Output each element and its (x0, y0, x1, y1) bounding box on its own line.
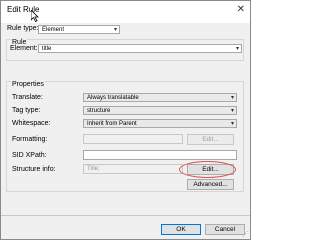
whitespace-value: Inherit from Parent (87, 121, 137, 127)
translate-dropdown[interactable]: Always translatable ▾ (83, 93, 237, 102)
structure-info-field: Title; (83, 164, 183, 174)
translate-label: Translate: (12, 94, 43, 101)
structure-info-value: Title; (87, 166, 100, 172)
chevron-down-icon: ▾ (230, 121, 234, 127)
resize-grip-icon[interactable]: ⋰ (242, 230, 249, 238)
rule-type-dropdown[interactable]: Element ▾ (38, 25, 120, 34)
tag-type-value: structure (87, 108, 111, 114)
mouse-cursor-icon (31, 10, 39, 22)
edit-rule-dialog: Edit Rule ✕ Rule type: Element ▾ Rule El… (0, 0, 251, 240)
tag-type-label: Tag type: (12, 107, 41, 114)
rule-type-value: Element (42, 27, 65, 33)
element-value: title (42, 46, 52, 52)
formatting-edit-button[interactable]: Edit... (187, 134, 234, 145)
translate-value: Always translatable (87, 95, 139, 101)
chevron-down-icon: ▾ (235, 46, 239, 52)
footer-separator (1, 215, 250, 216)
cancel-button[interactable]: Cancel (205, 224, 245, 235)
element-combobox[interactable]: title ▾ (38, 44, 242, 53)
chevron-down-icon: ▾ (113, 27, 117, 33)
structure-info-label: Structure info: (12, 166, 56, 173)
title-bar: Edit Rule ✕ (1, 1, 250, 23)
formatting-label: Formatting: (12, 136, 48, 143)
sid-xpath-input[interactable] (83, 150, 237, 160)
chevron-down-icon: ▾ (230, 95, 234, 101)
tag-type-dropdown[interactable]: structure ▾ (83, 106, 237, 115)
rule-type-label: Rule type: (7, 25, 39, 32)
whitespace-dropdown[interactable]: Inherit from Parent ▾ (83, 119, 237, 128)
formatting-field (83, 134, 183, 144)
close-icon[interactable]: ✕ (237, 4, 245, 15)
whitespace-label: Whitespace: (12, 120, 51, 127)
ok-button[interactable]: OK (161, 224, 201, 235)
properties-group-title: Properties (11, 81, 45, 88)
advanced-button[interactable]: Advanced... (187, 179, 234, 190)
chevron-down-icon: ▾ (230, 108, 234, 114)
sid-xpath-label: SID XPath: (12, 152, 47, 159)
element-label: Element: (10, 45, 38, 52)
highlight-ellipse (179, 161, 236, 178)
